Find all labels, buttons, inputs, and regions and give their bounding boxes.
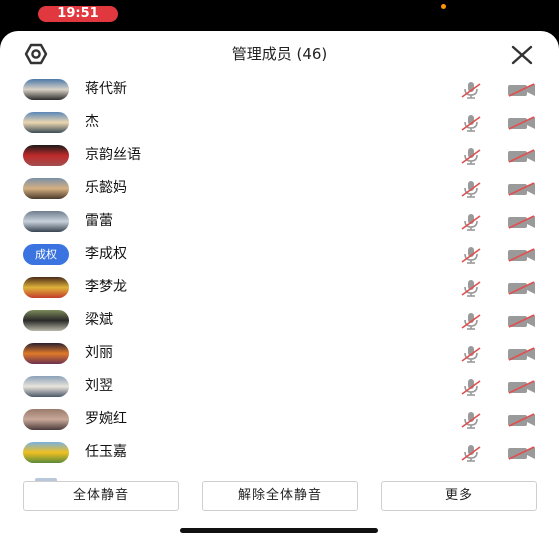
mic-muted-icon[interactable] bbox=[460, 345, 482, 363]
home-indicator bbox=[180, 528, 378, 533]
member-avatar bbox=[23, 211, 69, 232]
member-row[interactable]: 刘翌 bbox=[0, 370, 559, 403]
member-row[interactable]: 京韵丝语 bbox=[0, 139, 559, 172]
member-name: 李梦龙 bbox=[85, 279, 127, 295]
more-button[interactable]: 更多 bbox=[381, 481, 537, 511]
member-avatar bbox=[23, 310, 69, 331]
page-title: 管理成员 (46) bbox=[231, 45, 328, 63]
mic-muted-icon[interactable] bbox=[460, 246, 482, 264]
member-row[interactable]: 刘丽 bbox=[0, 337, 559, 370]
member-avatar bbox=[23, 376, 69, 397]
member-name: 罗婉红 bbox=[85, 411, 127, 427]
member-name: 蒋代新 bbox=[85, 81, 127, 97]
status-bar: 19:51 bbox=[0, 0, 559, 30]
member-row[interactable]: 李梦龙 bbox=[0, 271, 559, 304]
camera-off-icon[interactable] bbox=[507, 215, 537, 229]
member-avatar bbox=[23, 79, 69, 100]
close-icon[interactable] bbox=[510, 44, 534, 66]
member-list: 蒋代新杰京韵丝语 乐懿妈 雷蕾 成权 李成权 李梦龙 梁斌 刘丽 刘翌 罗婉红 任玉嘉 bbox=[0, 73, 559, 478]
mic-muted-icon[interactable] bbox=[460, 312, 482, 330]
member-name: 乐懿妈 bbox=[85, 180, 127, 196]
member-name: 李成权 bbox=[85, 246, 127, 262]
member-name: 梁斌 bbox=[85, 312, 113, 328]
unmute-all-button[interactable]: 解除全体静音 bbox=[202, 481, 358, 511]
member-row[interactable]: 梁斌 bbox=[0, 304, 559, 337]
member-row[interactable]: 罗婉红 bbox=[0, 403, 559, 436]
mic-muted-icon[interactable] bbox=[460, 411, 482, 429]
member-avatar bbox=[23, 442, 69, 463]
member-name: 任玉嘉 bbox=[85, 444, 127, 460]
app-screen: 19:51 管理成员 (46) 蒋代新杰京韵丝语 乐懿妈 雷蕾 成权 李成权 李梦龙 梁斌刘… bbox=[0, 0, 559, 537]
mic-muted-icon[interactable] bbox=[460, 114, 482, 132]
mic-muted-icon[interactable] bbox=[460, 279, 482, 297]
camera-off-icon[interactable] bbox=[507, 116, 537, 130]
mic-muted-icon[interactable] bbox=[460, 81, 482, 99]
bottom-action-bar: 全体静音 解除全体静音 更多 bbox=[0, 481, 559, 513]
camera-off-icon[interactable] bbox=[507, 380, 537, 394]
mic-muted-icon[interactable] bbox=[460, 444, 482, 462]
mic-muted-icon[interactable] bbox=[460, 180, 482, 198]
member-name: 京韵丝语 bbox=[85, 147, 141, 163]
member-avatar bbox=[23, 145, 69, 166]
camera-off-icon[interactable] bbox=[507, 248, 537, 262]
member-avatar bbox=[23, 178, 69, 199]
status-time: 19:51 bbox=[38, 6, 118, 22]
camera-off-icon[interactable] bbox=[507, 314, 537, 328]
member-avatar bbox=[23, 277, 69, 298]
camera-off-icon[interactable] bbox=[507, 182, 537, 196]
member-name: 刘翌 bbox=[85, 378, 113, 394]
camera-off-icon[interactable] bbox=[507, 347, 537, 361]
member-row[interactable]: 成权 李成权 bbox=[0, 238, 559, 271]
member-row[interactable]: 雷蕾 bbox=[0, 205, 559, 238]
mic-muted-icon[interactable] bbox=[460, 378, 482, 396]
member-avatar: 成权 bbox=[23, 244, 69, 265]
manage-members-sheet: 管理成员 (46) 蒋代新杰京韵丝语 乐懿妈 雷蕾 成权 李成权 李梦龙 梁斌 刘丽 刘翌 罗婉红… bbox=[0, 31, 559, 537]
camera-off-icon[interactable] bbox=[507, 446, 537, 460]
mic-muted-icon[interactable] bbox=[460, 147, 482, 165]
mic-muted-icon[interactable] bbox=[460, 213, 482, 231]
member-name: 雷蕾 bbox=[85, 213, 113, 229]
member-name: 杰 bbox=[85, 114, 99, 130]
avatar-initials: 成权 bbox=[23, 244, 69, 265]
privacy-indicator-dot bbox=[441, 4, 446, 9]
camera-off-icon[interactable] bbox=[507, 149, 537, 163]
camera-off-icon[interactable] bbox=[507, 281, 537, 295]
member-avatar bbox=[23, 409, 69, 430]
member-row[interactable]: 杰 bbox=[0, 106, 559, 139]
sheet-header: 管理成员 (46) bbox=[0, 31, 559, 75]
member-row[interactable]: 任玉嘉 bbox=[0, 436, 559, 469]
camera-off-icon[interactable] bbox=[507, 413, 537, 427]
member-avatar bbox=[23, 343, 69, 364]
mute-all-button[interactable]: 全体静音 bbox=[23, 481, 179, 511]
member-row[interactable]: 蒋代新 bbox=[0, 73, 559, 106]
member-name: 刘丽 bbox=[85, 345, 113, 361]
member-avatar bbox=[23, 112, 69, 133]
camera-off-icon[interactable] bbox=[507, 83, 537, 97]
member-row[interactable]: 乐懿妈 bbox=[0, 172, 559, 205]
